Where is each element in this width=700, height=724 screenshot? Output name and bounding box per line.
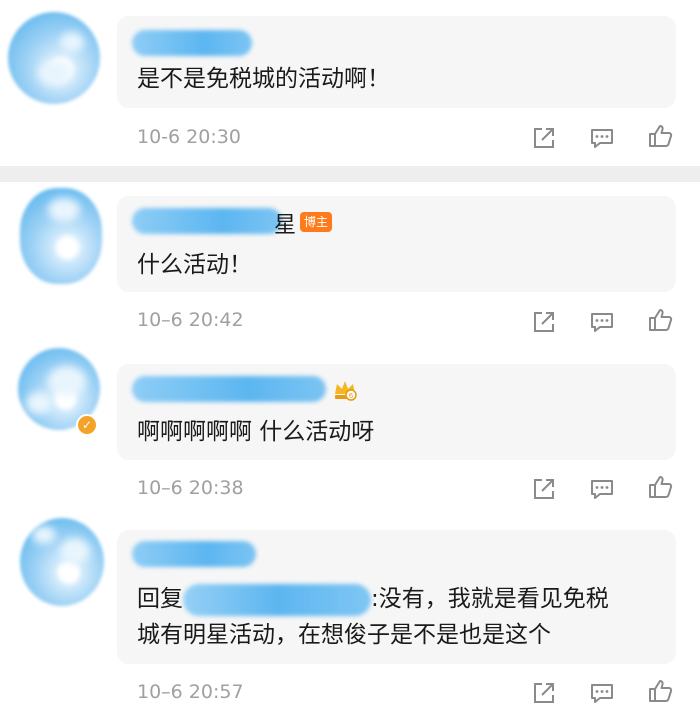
comment-icon[interactable]	[588, 308, 616, 336]
avatar[interactable]	[20, 518, 104, 606]
comment-text: 是不是免税城的活动啊！	[137, 66, 390, 92]
share-icon[interactable]	[530, 124, 558, 152]
username-blurred[interactable]	[132, 376, 326, 402]
reply-text-line-2: 城有明星活动，在想俊子是不是也是这个	[137, 622, 551, 648]
avatar[interactable]	[20, 188, 102, 284]
author-badge: 博主	[300, 212, 333, 232]
thumbs-up-icon[interactable]	[646, 473, 674, 501]
comment-icon[interactable]	[588, 679, 616, 707]
thumbs-up-icon[interactable]	[646, 677, 674, 705]
share-icon[interactable]	[530, 679, 558, 707]
thumbs-up-icon[interactable]	[646, 122, 674, 150]
share-icon[interactable]	[530, 475, 558, 503]
comment-icon[interactable]	[588, 124, 616, 152]
share-icon[interactable]	[530, 308, 558, 336]
timestamp: 10–6 20:57	[137, 681, 244, 703]
reply-target-blurred[interactable]	[183, 583, 371, 616]
comment-text: 什么活动！	[137, 252, 252, 278]
reply-label: 回复	[137, 586, 183, 612]
timestamp: 10–6 20:38	[137, 477, 244, 499]
username-blurred[interactable]	[132, 541, 256, 567]
svg-text:6: 6	[349, 392, 354, 400]
timestamp: 10-6 20:30	[137, 126, 241, 148]
username-blurred[interactable]	[132, 30, 252, 56]
comment-icon[interactable]	[588, 475, 616, 503]
reply-body: :没有，我就是看见免税	[371, 586, 609, 612]
reply-text-line-1: 回复 :没有，我就是看见免税	[137, 581, 609, 617]
crown-badge-icon: 6	[332, 377, 358, 403]
username-tail: 星	[274, 213, 297, 238]
comment-text: 啊啊啊啊啊 什么活动呀	[137, 419, 375, 445]
timestamp: 10–6 20:42	[137, 309, 244, 331]
section-divider	[0, 166, 700, 182]
verified-badge-icon: ✓	[76, 414, 98, 436]
thumbs-up-icon[interactable]	[646, 306, 674, 334]
username-blurred[interactable]	[132, 208, 282, 234]
avatar[interactable]	[8, 12, 100, 104]
